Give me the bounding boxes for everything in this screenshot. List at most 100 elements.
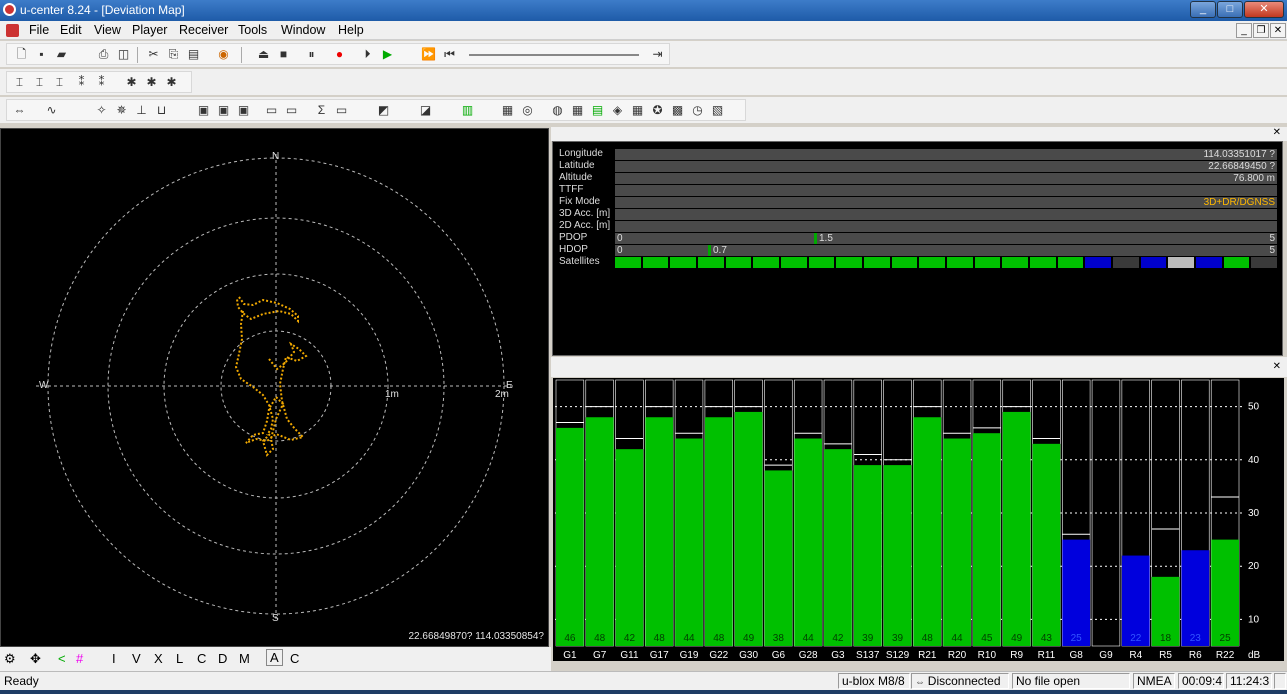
clock-icon[interactable]: ◷ (691, 104, 704, 117)
satellite-icon[interactable]: ✵ (115, 104, 128, 117)
menu-tools[interactable]: Tools (238, 23, 267, 37)
menu-edit[interactable]: Edit (60, 23, 82, 37)
btn-d[interactable]: D (218, 651, 227, 666)
grid-icon[interactable]: # (76, 651, 83, 666)
reset-hot-icon[interactable]: ✱ (165, 76, 178, 89)
stop-icon[interactable]: ■ (277, 48, 290, 61)
save-icon[interactable]: ▪ (35, 48, 48, 61)
cut-icon[interactable]: ✂ (147, 48, 160, 61)
connection-icon[interactable]: ⇔ (13, 104, 26, 117)
fast-forward-icon[interactable]: ⏩ (421, 48, 436, 61)
mdi-close-button[interactable]: ✕ (1270, 23, 1286, 38)
copy-icon[interactable]: ⎘ (167, 48, 180, 61)
record-icon[interactable]: ● (333, 48, 346, 61)
minimize-button[interactable]: _ (1190, 1, 1216, 18)
binary-console-icon[interactable]: ▭ (285, 104, 298, 117)
btn-a[interactable]: A (266, 649, 283, 666)
satellite-block (1113, 257, 1139, 268)
btn-v[interactable]: V (132, 651, 141, 666)
camera-view-icon[interactable]: ◈ (611, 104, 624, 117)
histogram-view-icon[interactable]: ▤ (591, 104, 604, 117)
info-close-icon[interactable]: ✕ (1273, 127, 1281, 138)
menu-window[interactable]: Window (281, 23, 325, 37)
open-icon[interactable]: ▰ (55, 48, 68, 61)
table-icon[interactable]: ▦ (631, 104, 644, 117)
menu-view[interactable]: View (94, 23, 121, 37)
table-view-icon[interactable]: ▭ (335, 104, 348, 117)
value-label: 42 (832, 633, 844, 644)
maximize-button[interactable]: □ (1217, 1, 1243, 18)
value-label: 49 (743, 633, 755, 644)
btn-x[interactable]: X (154, 651, 163, 666)
statistics-icon[interactable]: Σ (315, 104, 328, 117)
btn-c[interactable]: C (197, 651, 206, 666)
menu-receiver[interactable]: Receiver (179, 23, 228, 37)
config-icon[interactable]: ⌶ (53, 76, 66, 89)
close-button[interactable]: ✕ (1244, 1, 1284, 18)
unit-label: dB (1248, 650, 1261, 661)
chart-icon[interactable]: ⊔ (155, 104, 168, 117)
signal-bar (734, 411, 763, 646)
menu-player[interactable]: Player (132, 23, 167, 37)
packet-console-icon[interactable]: ▭ (265, 104, 278, 117)
pan-icon[interactable]: ✥ (30, 651, 41, 667)
reset-cold-icon[interactable]: ✱ (145, 76, 158, 89)
pause-icon[interactable]: ⏸ (305, 48, 318, 61)
player-slider[interactable] (469, 54, 639, 56)
play-icon[interactable]: ▶ (381, 48, 394, 61)
row-bar: 3D+DR/DGNSS (615, 197, 1277, 208)
paste-icon[interactable]: ▤ (187, 48, 200, 61)
monitor-icon[interactable]: ▩ (671, 104, 684, 117)
satellite-block (642, 257, 669, 268)
btn-c2[interactable]: C (290, 651, 299, 666)
taskbar (0, 690, 1287, 694)
signal-close-icon[interactable]: ✕ (1273, 361, 1281, 372)
reset-icon[interactable]: ✱ (125, 76, 138, 89)
print-preview-icon[interactable]: ◫ (117, 48, 130, 61)
btn-i[interactable]: I (112, 651, 116, 666)
signal-bar (943, 438, 971, 646)
btn-l[interactable]: L (176, 651, 183, 666)
menu-help[interactable]: Help (338, 23, 364, 37)
poll-all-icon[interactable]: ⁑ (95, 76, 108, 89)
signal-view-icon[interactable]: ▥ (461, 104, 474, 117)
mdi-minimize-button[interactable]: _ (1236, 23, 1252, 38)
baudrate-icon[interactable]: ∿ (45, 104, 58, 117)
toolbar-row-2: ⌶ ⌶ ⌶ ⁑ ⁑ ✱ ✱ ✱ (0, 69, 1287, 95)
toolbar-row-1: 🗋 ▪ ▰ ⎙ ◫ ✂ ⎘ ▤ ◉ ⏏ ■ ⏸ ● ⏵ ▶ ⏩ ⏮ ⇥ (0, 41, 1287, 67)
antenna-icon[interactable]: ⊥ (135, 104, 148, 117)
mdi-restore-button[interactable]: ❐ (1253, 23, 1269, 38)
menu-file[interactable]: File (29, 23, 49, 37)
goto-end-icon[interactable]: ⇥ (651, 48, 664, 61)
eject-icon[interactable]: ⏏ (257, 48, 270, 61)
row-label: 2D Acc. [m] (559, 220, 611, 231)
step-icon[interactable]: ⏵ (361, 48, 374, 61)
print-icon[interactable]: ⎙ (97, 48, 110, 61)
cog-icon[interactable]: ✪ (651, 104, 664, 117)
btn-m[interactable]: M (239, 651, 250, 666)
docking-icon[interactable]: ▣ (197, 104, 210, 117)
chart-view-icon[interactable]: ◪ (419, 104, 432, 117)
rewind-start-icon[interactable]: ⏮ (443, 48, 456, 61)
compass-n: N (272, 151, 279, 162)
map-settings-icon[interactable]: ⚙ (4, 651, 16, 667)
map-view-icon[interactable]: ◩ (377, 104, 390, 117)
ring-label-2m: 2m (495, 389, 509, 400)
nmea-icon[interactable]: ⌶ (13, 76, 26, 89)
deviation-view-icon[interactable]: ▦ (571, 104, 584, 117)
data-view-icon[interactable]: ▦ (501, 104, 514, 117)
messages-icon[interactable]: ▧ (711, 104, 724, 117)
autobaud-icon[interactable]: ✧ (95, 104, 108, 117)
signal-bar (585, 417, 614, 646)
compass-view-icon[interactable]: ◍ (551, 104, 564, 117)
sky-view-icon[interactable]: ◎ (521, 104, 534, 117)
new-icon[interactable]: 🗋 (15, 48, 28, 61)
deviation-map-view[interactable]: N S E W 1m 2m 22.66849870? 114.03350854? (0, 128, 549, 647)
docking-3-icon[interactable]: ▣ (237, 104, 250, 117)
record-setup-icon[interactable]: ◉ (217, 48, 230, 61)
poll-icon[interactable]: ⁑ (75, 76, 88, 89)
satellite-block (698, 257, 724, 268)
less-than-icon[interactable]: < (58, 651, 66, 666)
ubx-icon[interactable]: ⌶ (33, 76, 46, 89)
docking-2-icon[interactable]: ▣ (217, 104, 230, 117)
